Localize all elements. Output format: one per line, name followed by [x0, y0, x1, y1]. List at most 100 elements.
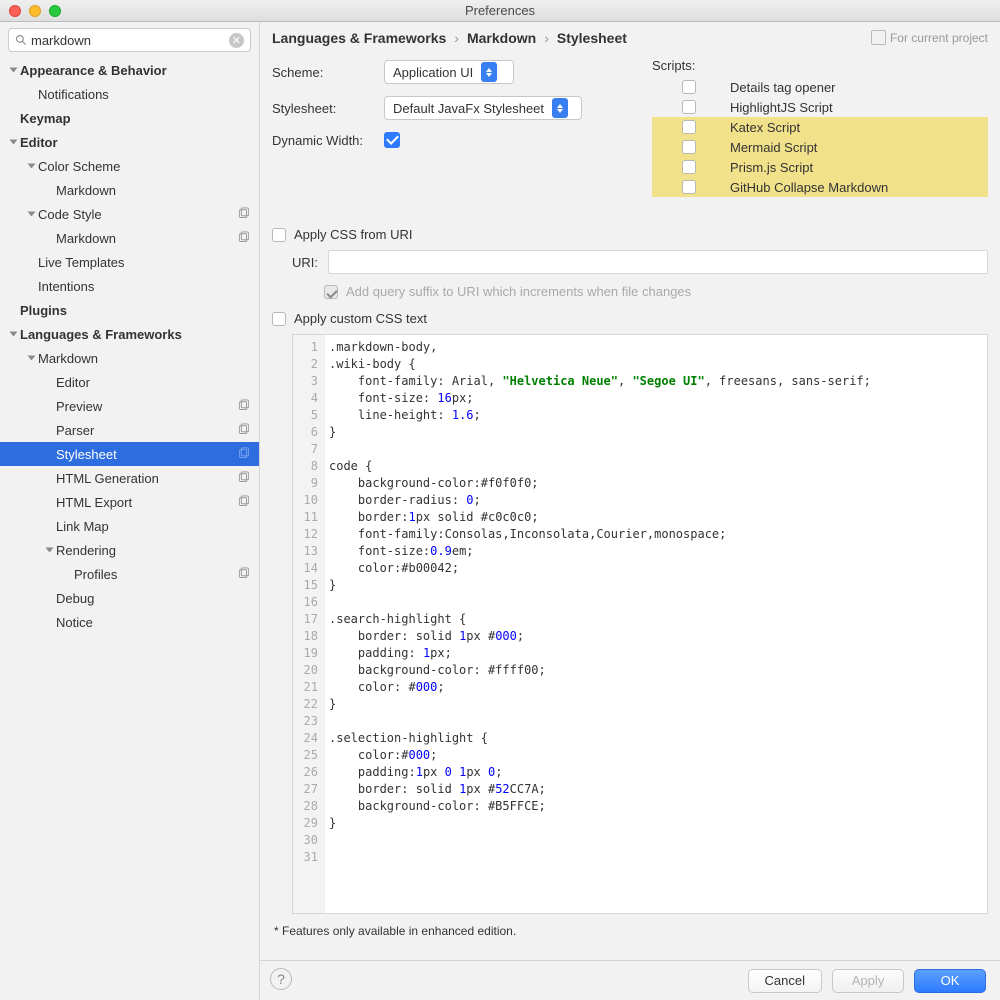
scheme-select[interactable]: Application UI: [384, 60, 514, 84]
tree-item[interactable]: Appearance & Behavior: [0, 58, 259, 82]
tree-item-label: Editor: [20, 135, 259, 150]
tree-item[interactable]: Notifications: [0, 82, 259, 106]
tree-item-label: Languages & Frameworks: [20, 327, 259, 342]
tree-item-label: Editor: [56, 375, 259, 390]
chevron-icon[interactable]: [9, 332, 17, 337]
script-checkbox[interactable]: [682, 140, 696, 154]
tree-item[interactable]: HTML Generation: [0, 466, 259, 490]
tree-item[interactable]: Markdown: [0, 346, 259, 370]
dynamic-width-checkbox[interactable]: [384, 132, 400, 148]
script-checkbox[interactable]: [682, 80, 696, 94]
tree-item[interactable]: Profiles: [0, 562, 259, 586]
script-checkbox[interactable]: [682, 100, 696, 114]
tree-item[interactable]: Color Scheme: [0, 154, 259, 178]
project-override-icon: [237, 231, 251, 245]
tree-item[interactable]: Debug: [0, 586, 259, 610]
footer-note: * Features only available in enhanced ed…: [272, 914, 988, 948]
project-override-icon: [237, 423, 251, 437]
tree-item-label: Intentions: [38, 279, 259, 294]
tree-item-label: Markdown: [56, 231, 237, 246]
tree-item-label: Appearance & Behavior: [20, 63, 259, 78]
tree-item[interactable]: Markdown: [0, 178, 259, 202]
uri-suffix-checkbox[interactable]: [324, 285, 338, 299]
breadcrumb-sep: ›: [544, 30, 549, 46]
tree-item-label: Preview: [56, 399, 237, 414]
apply-custom-css-checkbox[interactable]: [272, 312, 286, 326]
scripts-header: Scripts:: [652, 54, 988, 77]
script-row[interactable]: Mermaid Script: [652, 137, 988, 157]
tree-item[interactable]: Parser: [0, 418, 259, 442]
script-row[interactable]: HighlightJS Script: [652, 97, 988, 117]
tree-item-label: Color Scheme: [38, 159, 259, 174]
tree-item-label: Rendering: [56, 543, 259, 558]
clear-search-icon[interactable]: ✕: [229, 33, 244, 48]
project-override-icon: [237, 447, 251, 461]
tree-item-label: Markdown: [56, 183, 259, 198]
tree-item-label: Parser: [56, 423, 237, 438]
copy-overlay-icon: [873, 32, 886, 45]
script-label: Katex Script: [730, 120, 800, 135]
tree-item[interactable]: Rendering: [0, 538, 259, 562]
tree-item-label: Notice: [56, 615, 259, 630]
tree-item[interactable]: Languages & Frameworks: [0, 322, 259, 346]
window-titlebar: Preferences: [0, 0, 1000, 22]
tree-item[interactable]: Markdown: [0, 226, 259, 250]
search-icon: [15, 34, 27, 46]
tree-item[interactable]: Intentions: [0, 274, 259, 298]
chevron-icon[interactable]: [27, 356, 35, 361]
chevron-icon[interactable]: [9, 140, 17, 145]
apply-css-uri-checkbox[interactable]: [272, 228, 286, 242]
script-checkbox[interactable]: [682, 180, 696, 194]
tree-item[interactable]: HTML Export: [0, 490, 259, 514]
help-button[interactable]: ?: [270, 968, 292, 990]
tree-item-label: Plugins: [20, 303, 259, 318]
script-row[interactable]: GitHub Collapse Markdown: [652, 177, 988, 197]
chevron-icon[interactable]: [27, 164, 35, 169]
tree-item[interactable]: Link Map: [0, 514, 259, 538]
tree-item[interactable]: Notice: [0, 610, 259, 634]
chevron-icon[interactable]: [45, 548, 53, 553]
tree-item[interactable]: Stylesheet: [0, 442, 259, 466]
editor-code[interactable]: .markdown-body,.wiki-body { font-family:…: [325, 335, 987, 913]
cancel-button[interactable]: Cancel: [748, 969, 822, 993]
dynamic-width-label: Dynamic Width:: [272, 133, 384, 148]
script-row[interactable]: Prism.js Script: [652, 157, 988, 177]
project-override-icon: [237, 495, 251, 509]
tree-item[interactable]: Plugins: [0, 298, 259, 322]
tree-item-label: Stylesheet: [56, 447, 237, 462]
tree-item[interactable]: Editor: [0, 130, 259, 154]
search-input[interactable]: markdown ✕: [8, 28, 251, 52]
script-row[interactable]: Katex Script: [652, 117, 988, 137]
tree-item-label: Live Templates: [38, 255, 259, 270]
tree-item[interactable]: Editor: [0, 370, 259, 394]
css-editor[interactable]: 1234567891011121314151617181920212223242…: [292, 334, 988, 914]
main-panel: Languages & Frameworks›Markdown›Styleshe…: [260, 22, 1000, 1000]
script-label: Details tag opener: [730, 80, 836, 95]
tree-item-label: Link Map: [56, 519, 259, 534]
breadcrumb-part: Stylesheet: [557, 30, 627, 46]
tree-item[interactable]: Live Templates: [0, 250, 259, 274]
breadcrumb-part: Markdown: [467, 30, 536, 46]
chevron-icon[interactable]: [9, 68, 17, 73]
uri-input[interactable]: [328, 250, 988, 274]
breadcrumb-part: Languages & Frameworks: [272, 30, 446, 46]
script-checkbox[interactable]: [682, 160, 696, 174]
select-arrows-icon: [481, 62, 497, 82]
chevron-icon[interactable]: [27, 212, 35, 217]
project-override-icon: [237, 207, 251, 221]
tree-item-label: Notifications: [38, 87, 259, 102]
tree-item[interactable]: Preview: [0, 394, 259, 418]
breadcrumb: Languages & Frameworks›Markdown›Styleshe…: [272, 30, 627, 46]
script-row[interactable]: Details tag opener: [652, 77, 988, 97]
stylesheet-label: Stylesheet:: [272, 101, 384, 116]
search-input-value: markdown: [31, 33, 229, 48]
ok-button[interactable]: OK: [914, 969, 986, 993]
tree-item-label: Keymap: [20, 111, 259, 126]
apply-button[interactable]: Apply: [832, 969, 904, 993]
stylesheet-select[interactable]: Default JavaFx Stylesheet: [384, 96, 582, 120]
tree-item[interactable]: Keymap: [0, 106, 259, 130]
script-label: Prism.js Script: [730, 160, 813, 175]
tree-item[interactable]: Code Style: [0, 202, 259, 226]
project-override-icon: [237, 567, 251, 581]
script-checkbox[interactable]: [682, 120, 696, 134]
